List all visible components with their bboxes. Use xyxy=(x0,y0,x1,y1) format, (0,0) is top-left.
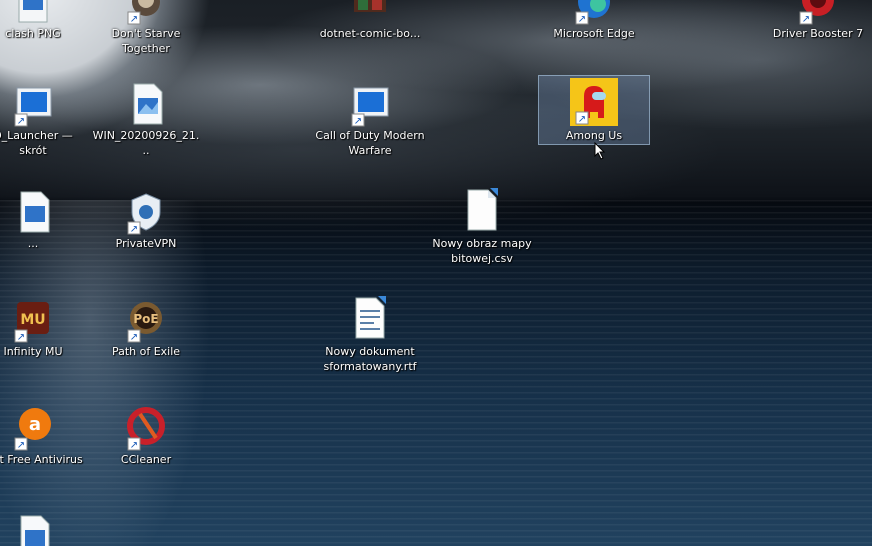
svg-text:↗: ↗ xyxy=(17,440,25,451)
path-of-exile-icon: PoE ↗ xyxy=(122,296,170,344)
svg-text:a: a xyxy=(29,414,41,435)
avast-icon: a ↗ xyxy=(9,404,57,452)
desktop-icon-label: Nowy obraz mapy bitowej.csv xyxy=(432,237,532,265)
desktop-icon-win-photo[interactable]: WIN_20200926_21... xyxy=(91,80,201,160)
svg-text:↗: ↗ xyxy=(17,332,25,343)
desktop-icon-label: D_Launcher — skrót xyxy=(0,129,73,157)
mouse-cursor-icon xyxy=(594,142,606,160)
svg-text:↗: ↗ xyxy=(354,116,362,127)
desktop-icon-label: Nowy dokument sformatowany.rtf xyxy=(323,345,417,373)
privatevpn-icon: ↗ xyxy=(122,188,170,236)
desktop-icon-label: CCleaner xyxy=(120,453,172,466)
infinity-mu-icon: MU ↗ xyxy=(9,296,57,344)
driver-booster-icon: ↗ xyxy=(794,0,842,26)
desktop-icon-bitmap-csv[interactable]: Nowy obraz mapy bitowej.csv xyxy=(427,188,537,268)
desktop-icon-dont-starve-together[interactable]: ↗ Don't Starve Together xyxy=(91,0,201,58)
desktop-icon-label: PrivateVPN xyxy=(115,237,177,250)
svg-text:↗: ↗ xyxy=(130,14,138,25)
svg-text:↗: ↗ xyxy=(130,332,138,343)
svg-text:↗: ↗ xyxy=(130,440,138,451)
desktop-icon-partial[interactable] xyxy=(0,512,88,546)
desktop-icon-call-of-duty[interactable]: ↗ Call of Duty Modern Warfare xyxy=(315,80,425,160)
svg-text:↗: ↗ xyxy=(578,14,586,25)
svg-text:↗: ↗ xyxy=(802,14,810,25)
svg-text:↗: ↗ xyxy=(17,116,25,127)
dont-starve-icon: ↗ xyxy=(122,0,170,26)
desktop-icon-label: Microsoft Edge xyxy=(553,27,635,40)
svg-text:PoE: PoE xyxy=(133,312,158,326)
svg-text:MU: MU xyxy=(20,312,45,328)
desktop-icon-label: clash PNG xyxy=(5,27,61,40)
image-file-icon xyxy=(9,512,57,546)
launcher-icon: ↗ xyxy=(9,80,57,128)
desktop-icon-label: Driver Booster 7 xyxy=(772,27,864,40)
csv-file-icon xyxy=(458,188,506,236)
desktop-icon-microsoft-edge[interactable]: ↗ Microsoft Edge xyxy=(539,0,649,58)
desktop-icon-image-file[interactable]: ... xyxy=(0,188,88,268)
image-file-icon xyxy=(9,0,57,26)
rtf-file-icon xyxy=(346,296,394,344)
desktop-icon-label: Call of Duty Modern Warfare xyxy=(315,129,425,157)
desktop-icon-rtf-document[interactable]: Nowy dokument sformatowany.rtf xyxy=(315,296,425,376)
desktop-icon-avast[interactable]: a↗ ...st Free Antivirus xyxy=(0,404,88,484)
desktop-icon-label: Don't Starve Together xyxy=(111,27,181,55)
desktop-icon-label: Among Us xyxy=(565,129,623,142)
comic-icon xyxy=(346,0,394,26)
image-file-icon xyxy=(9,188,57,236)
svg-text:↗: ↗ xyxy=(130,224,138,235)
desktop-icon-path-of-exile[interactable]: PoE ↗ Path of Exile xyxy=(91,296,201,376)
desktop-icon-ccleaner[interactable]: ↗ CCleaner xyxy=(91,404,201,484)
svg-text:↗: ↗ xyxy=(578,114,586,125)
desktop-icon-label: ... xyxy=(27,237,39,250)
desktop-icon-d-launcher[interactable]: ↗ D_Launcher — skrót xyxy=(0,80,88,160)
edge-icon: ↗ xyxy=(570,0,618,26)
desktop-icon-dotnet-comic[interactable]: dotnet-comic-bo... xyxy=(315,0,425,58)
ccleaner-icon: ↗ xyxy=(122,404,170,452)
desktop-background[interactable]: clash PNG ↗ Don't Starve Together dotnet… xyxy=(0,0,872,546)
image-file-icon xyxy=(122,80,170,128)
desktop-icon-label: dotnet-comic-bo... xyxy=(319,27,421,40)
desktop-icon-clash-png[interactable]: clash PNG xyxy=(0,0,88,58)
desktop-icon-driver-booster[interactable]: ↗ Driver Booster 7 xyxy=(763,0,872,58)
desktop-icon-label: ...st Free Antivirus xyxy=(0,453,83,466)
desktop-icon-label: WIN_20200926_21... xyxy=(92,129,200,157)
desktop-icon-label: Path of Exile xyxy=(111,345,181,358)
desktop-icon-label: Infinity MU xyxy=(3,345,63,358)
cod-icon: ↗ xyxy=(346,80,394,128)
desktop-icon-infinity-mu[interactable]: MU ↗ Infinity MU xyxy=(0,296,88,376)
desktop-icon-privatevpn[interactable]: ↗ PrivateVPN xyxy=(91,188,201,268)
desktop-icon-among-us[interactable]: ↗ Among Us xyxy=(538,75,650,145)
among-us-icon: ↗ xyxy=(570,78,618,126)
